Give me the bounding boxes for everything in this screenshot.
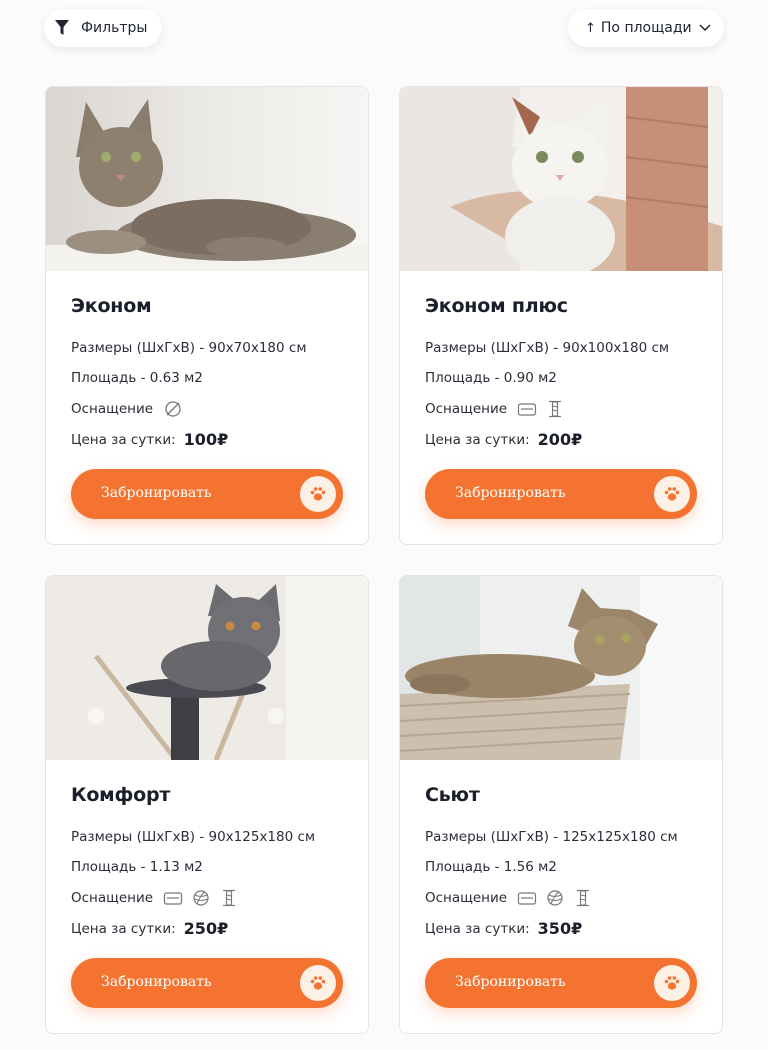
book-button[interactable]: Забронировать	[425, 469, 697, 519]
room-card-econom: Эконом Размеры (ШхГхВ) - 90x70x180 см Пл…	[45, 86, 369, 545]
equipment-icons	[163, 889, 247, 907]
room-photo	[400, 576, 722, 760]
funnel-icon	[55, 20, 69, 36]
room-photo	[400, 87, 722, 271]
room-card-suite: Сьют Размеры (ШхГхВ) - 125x125x180 см Пл…	[399, 575, 723, 1034]
book-button-label: Забронировать	[101, 485, 212, 501]
room-size: Размеры (ШхГхВ) - 90x100x180 см	[425, 340, 670, 356]
book-button-label: Забронировать	[101, 974, 212, 990]
filters-button[interactable]: Фильтры	[44, 9, 162, 47]
room-title: Сьют	[425, 784, 480, 806]
equipment-label: Оснащение	[71, 890, 154, 906]
paw-icon	[300, 965, 336, 1001]
equipment-icons	[517, 889, 601, 907]
room-area: Площадь - 0.90 м2	[425, 370, 557, 386]
room-size: Размеры (ШхГхВ) - 125x125x180 см	[425, 829, 678, 845]
paw-icon	[300, 476, 336, 512]
room-size: Размеры (ШхГхВ) - 90x70x180 см	[71, 340, 307, 356]
yarn-ball-icon	[545, 889, 565, 907]
bed-icon	[517, 889, 537, 907]
book-button-label: Забронировать	[455, 974, 566, 990]
room-size: Размеры (ШхГхВ) - 90x125x180 см	[71, 829, 316, 845]
room-price: 350₽	[537, 919, 583, 938]
bed-icon	[163, 889, 183, 907]
room-price-row: Цена за сутки: 250₽	[71, 919, 228, 938]
room-area: Площадь - 1.13 м2	[71, 859, 203, 875]
room-photo	[46, 576, 368, 760]
price-label: Цена за сутки:	[425, 431, 530, 448]
room-title: Комфорт	[71, 784, 171, 806]
toolbar: Фильтры ↑ По площади	[0, 0, 768, 60]
room-area: Площадь - 1.56 м2	[425, 859, 557, 875]
room-card-econom-plus: Эконом плюс Размеры (ШхГхВ) - 90x100x180…	[399, 86, 723, 545]
room-price: 200₽	[537, 430, 583, 449]
sort-label: По площади	[600, 20, 692, 36]
room-area: Площадь - 0.63 м2	[71, 370, 203, 386]
paw-icon	[654, 965, 690, 1001]
bed-icon	[517, 400, 537, 418]
equipment-label: Оснащение	[425, 401, 508, 417]
equipment-icons	[517, 400, 573, 418]
sort-dropdown[interactable]: ↑ По площади	[568, 9, 724, 47]
chevron-down-icon	[698, 20, 712, 34]
room-photo	[46, 87, 368, 271]
yarn-ball-icon	[191, 889, 211, 907]
paw-icon	[654, 476, 690, 512]
price-label: Цена за сутки:	[425, 920, 530, 937]
book-button[interactable]: Забронировать	[71, 958, 343, 1008]
scratching-post-icon	[219, 889, 239, 907]
room-equipment: Оснащение	[425, 400, 573, 418]
room-price: 250₽	[183, 919, 229, 938]
room-price-row: Цена за сутки: 350₽	[425, 919, 582, 938]
equipment-icons	[163, 400, 191, 418]
filters-label: Фильтры	[81, 20, 148, 36]
equipment-label: Оснащение	[71, 401, 154, 417]
price-label: Цена за сутки:	[71, 920, 176, 937]
scratching-post-icon	[545, 400, 565, 418]
room-equipment: Оснащение	[425, 889, 601, 907]
equipment-label: Оснащение	[425, 890, 508, 906]
room-price-row: Цена за сутки: 200₽	[425, 430, 582, 449]
room-price-row: Цена за сутки: 100₽	[71, 430, 228, 449]
room-card-comfort: Комфорт Размеры (ШхГхВ) - 90x125x180 см …	[45, 575, 369, 1034]
room-equipment: Оснащение	[71, 400, 191, 418]
room-title: Эконом плюс	[425, 295, 568, 317]
price-label: Цена за сутки:	[71, 431, 176, 448]
room-price: 100₽	[183, 430, 229, 449]
book-button[interactable]: Забронировать	[425, 958, 697, 1008]
book-button-label: Забронировать	[455, 485, 566, 501]
book-button[interactable]: Забронировать	[71, 469, 343, 519]
room-title: Эконом	[71, 295, 152, 317]
room-equipment: Оснащение	[71, 889, 247, 907]
none-icon	[163, 400, 183, 418]
sort-direction-arrow: ↑	[585, 20, 596, 36]
scratching-post-icon	[573, 889, 593, 907]
